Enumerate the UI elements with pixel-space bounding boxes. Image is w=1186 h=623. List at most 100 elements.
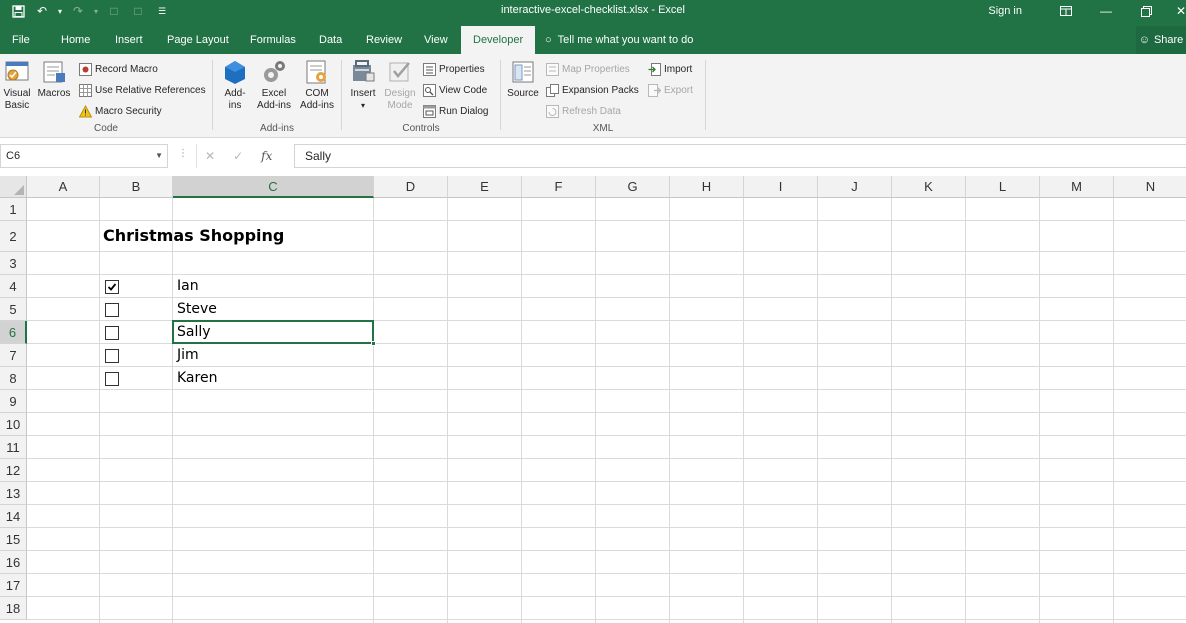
- row-header-10[interactable]: 10: [0, 413, 27, 436]
- com-add-ins-button[interactable]: COM Add-ins: [297, 58, 337, 112]
- share-button[interactable]: ☺ Share: [1136, 26, 1186, 54]
- row-header-5[interactable]: 5: [0, 298, 27, 321]
- cancel-icon[interactable]: ✕: [205, 149, 215, 163]
- tab-review[interactable]: Review: [366, 22, 402, 54]
- row-header-4[interactable]: 4: [0, 275, 27, 298]
- formula-bar-resize-handle[interactable]: ⋮: [178, 148, 188, 159]
- ribbon-display-options-icon[interactable]: [1046, 0, 1086, 22]
- column-header-e[interactable]: E: [448, 176, 522, 198]
- code-group-label: Code: [94, 123, 118, 134]
- row-header-13[interactable]: 13: [0, 482, 27, 505]
- design-mode-button[interactable]: Design Mode: [382, 58, 418, 112]
- column-header-f[interactable]: F: [522, 176, 596, 198]
- refresh-data-button[interactable]: Refresh Data: [545, 102, 621, 120]
- name-box[interactable]: C6 ▼: [0, 144, 168, 168]
- column-header-l[interactable]: L: [966, 176, 1040, 198]
- tab-page-layout[interactable]: Page Layout: [167, 22, 229, 54]
- excel-add-ins-button[interactable]: Excel Add-ins: [253, 58, 295, 112]
- fill-handle[interactable]: [371, 341, 376, 346]
- gridline-vertical: [595, 198, 596, 623]
- row-header-14[interactable]: 14: [0, 505, 27, 528]
- column-header-d[interactable]: D: [374, 176, 448, 198]
- design-mode-label: Design Mode: [384, 88, 416, 111]
- import-button[interactable]: Import: [647, 60, 692, 78]
- checkbox-jim[interactable]: [105, 348, 119, 363]
- checkbox-sally[interactable]: [105, 325, 119, 340]
- row-header-6[interactable]: 6: [0, 321, 27, 344]
- map-properties-button[interactable]: Map Properties: [545, 60, 630, 78]
- column-header-h[interactable]: H: [670, 176, 744, 198]
- column-header-n[interactable]: N: [1114, 176, 1186, 198]
- column-header-a[interactable]: A: [27, 176, 100, 198]
- undo-icon[interactable]: ↶: [32, 2, 52, 20]
- tab-data[interactable]: Data: [319, 22, 342, 54]
- export-button[interactable]: Export: [647, 81, 693, 99]
- save-icon[interactable]: [8, 2, 28, 20]
- group-divider: [705, 60, 706, 130]
- checkbox-steve[interactable]: [105, 302, 119, 317]
- row-header-18[interactable]: 18: [0, 597, 27, 620]
- customize-qat-icon[interactable]: ☰: [152, 2, 172, 20]
- run-dialog-label: Run Dialog: [439, 105, 489, 117]
- source-button[interactable]: Source: [505, 58, 541, 100]
- column-header-b[interactable]: B: [100, 176, 173, 198]
- source-label: Source: [507, 88, 539, 99]
- row-header-15[interactable]: 15: [0, 528, 27, 551]
- column-header-g[interactable]: G: [596, 176, 670, 198]
- tab-developer[interactable]: Developer: [461, 26, 536, 54]
- relative-references-label: Use Relative References: [95, 84, 206, 96]
- row-header-12[interactable]: 12: [0, 459, 27, 482]
- worksheet-grid[interactable]: 18 17 16 15 14 13 12 11 10 9 8 7 6 5 4 3 2 1 N M L K J I H G F E D C B…: [0, 176, 1186, 623]
- new-file-icon[interactable]: □: [104, 2, 124, 20]
- add-ins-button[interactable]: Add-ins: [219, 58, 251, 112]
- row-header-1[interactable]: 1: [0, 198, 27, 221]
- column-header-i[interactable]: I: [744, 176, 818, 198]
- select-all-button[interactable]: [0, 176, 27, 198]
- insert-function-icon[interactable]: fx: [261, 149, 272, 163]
- export-icon: [647, 83, 661, 97]
- redo-icon[interactable]: ↷: [68, 2, 88, 20]
- insert-control-button[interactable]: Insert ▾: [346, 58, 380, 112]
- column-header-k[interactable]: K: [892, 176, 966, 198]
- tab-formulas[interactable]: Formulas: [250, 22, 296, 54]
- tab-insert[interactable]: Insert: [115, 22, 143, 54]
- row-header-7[interactable]: 7: [0, 344, 27, 367]
- row-header-16[interactable]: 16: [0, 551, 27, 574]
- row-header-11[interactable]: 11: [0, 436, 27, 459]
- gridline-vertical: [817, 198, 818, 623]
- row-header-2[interactable]: 2: [0, 221, 27, 252]
- checkbox-karen[interactable]: [105, 371, 119, 386]
- close-icon[interactable]: ✕: [1166, 0, 1186, 22]
- name-box-dropdown-icon[interactable]: ▼: [155, 145, 163, 167]
- column-header-m[interactable]: M: [1040, 176, 1114, 198]
- row-header-8[interactable]: 8: [0, 367, 27, 390]
- record-macro-button[interactable]: Record Macro: [78, 60, 158, 78]
- column-header-c[interactable]: C: [173, 176, 374, 198]
- formula-input[interactable]: Sally: [294, 144, 1186, 168]
- row-header-9[interactable]: 9: [0, 390, 27, 413]
- checkbox-ian[interactable]: [105, 279, 119, 294]
- tell-me-box[interactable]: ○ Tell me what you want to do: [545, 22, 693, 54]
- use-relative-references-button[interactable]: Use Relative References: [78, 81, 206, 99]
- expansion-packs-button[interactable]: Expansion Packs: [545, 81, 639, 99]
- visual-basic-button[interactable]: Visual Basic: [2, 58, 32, 112]
- open-file-icon[interactable]: □: [128, 2, 148, 20]
- sign-in-link[interactable]: Sign in: [988, 5, 1022, 17]
- import-icon: [647, 62, 661, 76]
- tab-view[interactable]: View: [424, 22, 448, 54]
- enter-icon[interactable]: ✓: [233, 149, 243, 163]
- restore-icon[interactable]: [1126, 0, 1166, 22]
- tab-file[interactable]: File: [12, 22, 30, 54]
- macros-button[interactable]: Macros: [36, 58, 72, 100]
- redo-dropdown-icon[interactable]: ▾: [92, 2, 100, 20]
- macro-security-button[interactable]: Macro Security: [78, 102, 162, 120]
- undo-dropdown-icon[interactable]: ▾: [56, 2, 64, 20]
- minimize-icon[interactable]: —: [1086, 0, 1126, 22]
- row-header-17[interactable]: 17: [0, 574, 27, 597]
- run-dialog-button[interactable]: Run Dialog: [422, 102, 488, 120]
- view-code-button[interactable]: View Code: [422, 81, 487, 99]
- tab-home[interactable]: Home: [61, 22, 90, 54]
- column-header-j[interactable]: J: [818, 176, 892, 198]
- row-header-3[interactable]: 3: [0, 252, 27, 275]
- properties-button[interactable]: Properties: [422, 60, 485, 78]
